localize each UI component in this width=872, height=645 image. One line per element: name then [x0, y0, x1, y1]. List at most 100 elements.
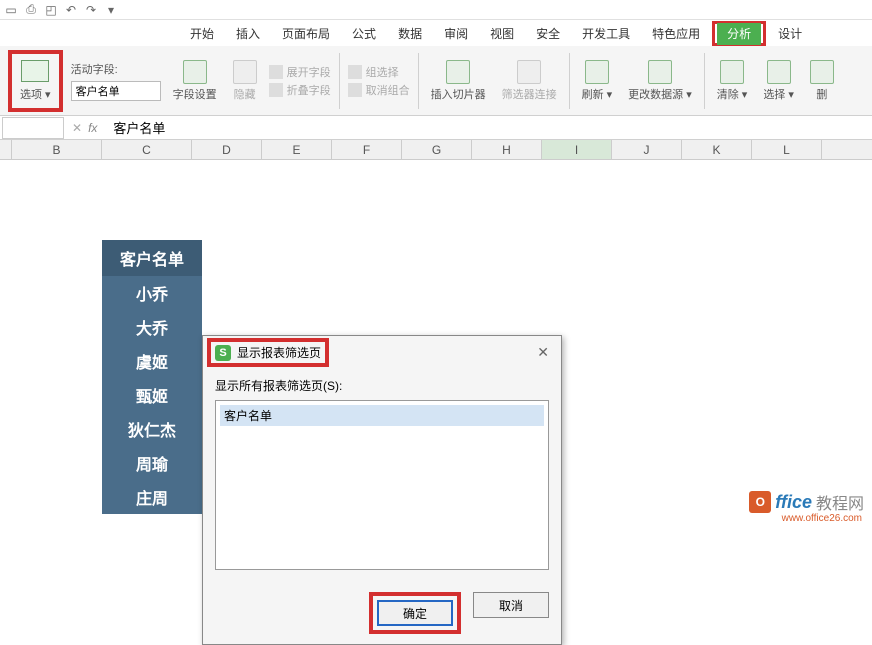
refresh-group: 刷新 ▾ [578, 60, 617, 102]
ribbon: 选项 ▾ 活动字段: 字段设置 隐藏 展开字段 折叠字段 组选择 取消组合 插入… [0, 46, 872, 116]
corner-cell[interactable] [0, 140, 12, 159]
tab-pagelayout[interactable]: 页面布局 [272, 21, 340, 46]
field-settings-group: 字段设置 [169, 60, 221, 102]
field-settings-button[interactable]: 字段设置 [173, 86, 217, 102]
app-icon: S [215, 345, 231, 361]
preview-icon[interactable]: ◰ [44, 3, 58, 17]
col-header-l[interactable]: L [752, 140, 822, 159]
dialog-body: 显示所有报表筛选页(S): 客户名单 [203, 369, 561, 582]
tab-view[interactable]: 视图 [480, 21, 524, 46]
table-row[interactable]: 甄姬 [102, 378, 202, 412]
options-button[interactable]: 选项 ▾ [20, 86, 51, 102]
col-header-i[interactable]: I [542, 140, 612, 159]
col-header-g[interactable]: G [402, 140, 472, 159]
col-header-h[interactable]: H [472, 140, 542, 159]
select-icon[interactable] [767, 60, 791, 84]
spreadsheet-grid[interactable]: B C D E F G H I J K L 客户名单 小乔 大乔 虞姬 甄姬 狄… [0, 140, 872, 160]
save-icon[interactable]: ▭ [4, 3, 18, 17]
ok-button[interactable]: 确定 [377, 600, 453, 626]
dialog-title: 显示报表筛选页 [237, 344, 321, 361]
col-header-k[interactable]: K [682, 140, 752, 159]
change-data-button[interactable]: 更改数据源 ▾ [628, 86, 692, 102]
col-header-c[interactable]: C [102, 140, 192, 159]
col-header-e[interactable]: E [262, 140, 332, 159]
tab-data[interactable]: 数据 [388, 21, 432, 46]
tab-security[interactable]: 安全 [526, 21, 570, 46]
cancel-button[interactable]: 取消 [473, 592, 549, 618]
group-icon [348, 65, 362, 79]
name-box[interactable] [2, 117, 64, 139]
insert-slicer-button[interactable]: 插入切片器 [431, 86, 486, 102]
slicer-connect-group: 筛选器连接 [498, 60, 561, 102]
filter-pages-dialog: S 显示报表筛选页 ✕ 显示所有报表筛选页(S): 客户名单 确定 取消 [202, 335, 562, 645]
watermark: O ffice 教程网 [749, 490, 864, 514]
ungroup-icon [348, 83, 362, 97]
table-row[interactable]: 虞姬 [102, 344, 202, 378]
list-item[interactable]: 客户名单 [220, 405, 544, 426]
col-header-j[interactable]: J [612, 140, 682, 159]
fx-icon[interactable]: fx [88, 121, 97, 135]
column-headers: B C D E F G H I J K L [0, 140, 872, 160]
refresh-icon[interactable] [585, 60, 609, 84]
formula-input[interactable] [105, 117, 872, 139]
office-logo-icon: O [749, 491, 771, 513]
highlight-options: 选项 ▾ [8, 50, 63, 112]
dropdown-icon[interactable]: ▾ [104, 3, 118, 17]
tab-special[interactable]: 特色应用 [642, 21, 710, 46]
tab-review[interactable]: 审阅 [434, 21, 478, 46]
refresh-button[interactable]: 刷新 ▾ [582, 86, 613, 102]
table-row[interactable]: 周瑜 [102, 446, 202, 480]
col-header-b[interactable]: B [12, 140, 102, 159]
separator [418, 53, 419, 109]
separator [704, 53, 705, 109]
pivot-header[interactable]: 客户名单 [102, 240, 202, 276]
cancel-fx-icon[interactable]: ✕ [72, 121, 82, 135]
field-settings-icon[interactable] [183, 60, 207, 84]
tab-formula[interactable]: 公式 [342, 21, 386, 46]
col-header-f[interactable]: F [332, 140, 402, 159]
highlight-analyze-tab: 分析 [712, 21, 766, 46]
dialog-titlebar[interactable]: S 显示报表筛选页 ✕ [203, 336, 561, 369]
change-data-group: 更改数据源 ▾ [624, 60, 696, 102]
tab-insert[interactable]: 插入 [226, 21, 270, 46]
active-field-input[interactable] [71, 81, 161, 101]
select-button[interactable]: 选择 ▾ [763, 86, 794, 102]
clear-button[interactable]: 清除 ▾ [717, 86, 748, 102]
delete-button[interactable]: 删 [816, 86, 827, 102]
table-row[interactable]: 小乔 [102, 276, 202, 310]
dialog-description: 显示所有报表筛选页(S): [215, 377, 549, 394]
table-row[interactable]: 狄仁杰 [102, 412, 202, 446]
watermark-suffix: 教程网 [816, 490, 864, 514]
print-icon[interactable]: ⎙ [24, 3, 38, 17]
tab-analyze[interactable]: 分析 [717, 23, 761, 45]
ungroup-button: 取消组合 [366, 82, 410, 98]
col-header-d[interactable]: D [192, 140, 262, 159]
tab-home[interactable]: 开始 [180, 21, 224, 46]
delete-icon[interactable] [810, 60, 834, 84]
slicer-group: 插入切片器 [427, 60, 490, 102]
hide-group: 隐藏 [229, 60, 261, 102]
separator [569, 53, 570, 109]
active-field-label: 活动字段: [71, 61, 161, 77]
filter-list[interactable]: 客户名单 [215, 400, 549, 570]
hide-icon[interactable] [233, 60, 257, 84]
close-icon[interactable]: ✕ [533, 344, 553, 361]
pivot-table[interactable]: 客户名单 小乔 大乔 虞姬 甄姬 狄仁杰 周瑜 庄周 [102, 240, 202, 514]
slicer-connect-icon [517, 60, 541, 84]
expand-field-button: 展开字段 [287, 64, 331, 80]
change-data-icon[interactable] [648, 60, 672, 84]
redo-icon[interactable]: ↷ [84, 3, 98, 17]
table-row[interactable]: 大乔 [102, 310, 202, 344]
tab-devtools[interactable]: 开发工具 [572, 21, 640, 46]
slicer-icon[interactable] [446, 60, 470, 84]
dialog-buttons: 确定 取消 [203, 582, 561, 644]
tab-design[interactable]: 设计 [768, 21, 812, 46]
clear-group: 清除 ▾ [713, 60, 752, 102]
undo-icon[interactable]: ↶ [64, 3, 78, 17]
formula-bar: ✕ fx [0, 116, 872, 140]
separator [339, 53, 340, 109]
table-row[interactable]: 庄周 [102, 480, 202, 514]
ribbon-tabs: 开始 插入 页面布局 公式 数据 审阅 视图 安全 开发工具 特色应用 分析 设… [0, 20, 872, 46]
clear-icon[interactable] [720, 60, 744, 84]
options-icon[interactable] [21, 60, 49, 82]
